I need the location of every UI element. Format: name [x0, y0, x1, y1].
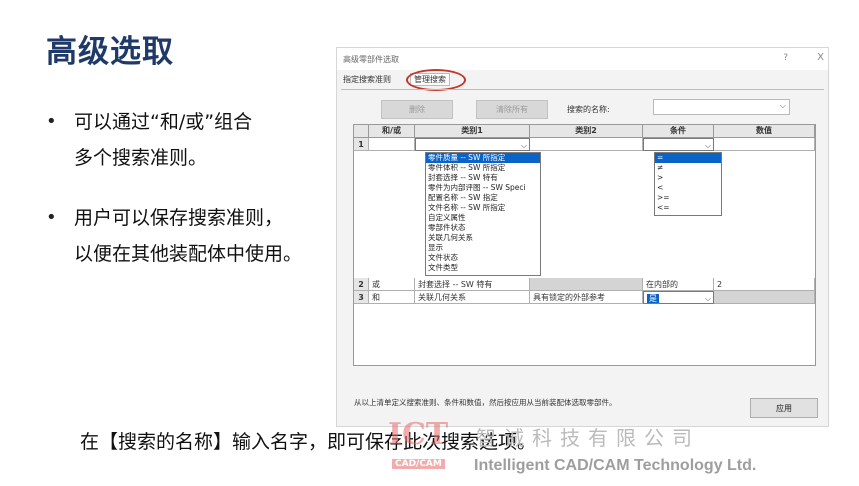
column-header-andor: 和/或 — [369, 125, 415, 138]
help-icon[interactable]: ? — [783, 53, 788, 63]
category2-cell[interactable] — [530, 278, 643, 291]
dropdown-option[interactable]: <= — [655, 203, 721, 213]
bullet-text: 可以通过“和/或”组合 多个搜索准则。 — [74, 104, 252, 176]
criteria-grid: 和/或 类别1 类别2 条件 数值 1 ⌵ ⌵ 零件质量 -- SW 所指定 零… — [353, 124, 816, 366]
dialog-title: 高级零部件选取 — [343, 55, 399, 64]
grid-corner — [354, 125, 369, 138]
column-header-value: 数值 — [714, 125, 815, 138]
search-name-combobox[interactable]: ⌵ — [653, 99, 790, 115]
row-number: 1 — [354, 138, 369, 151]
bullet-dot: • — [46, 207, 57, 228]
condition-select[interactable]: 是 ⌵ — [643, 291, 714, 304]
dropdown-option[interactable]: 配置名称 -- SW 指定 — [426, 193, 540, 203]
category2-cell[interactable] — [530, 138, 643, 151]
dropdown-option[interactable]: 显示 — [426, 243, 540, 253]
dropdown-option[interactable]: 零件体积 -- SW 所指定 — [426, 163, 540, 173]
bullet-item: • 可以通过“和/或”组合 多个搜索准则。 — [46, 104, 336, 176]
dropdown-option[interactable]: 文件名称 -- SW 所指定 — [426, 203, 540, 213]
bullet-text: 用户可以保存搜索准则， 以便在其他装配体中使用。 — [74, 200, 302, 272]
bullet-line: 用户可以保存搜索准则， — [74, 207, 284, 229]
slide-caption: 在【搜索的名称】输入名字，即可保存此次搜索选项。 — [80, 431, 537, 453]
category1-cell[interactable]: 封套选择 -- SW 特有 — [415, 278, 530, 291]
tab-panel: 删除 清除所有 搜索的名称: ⌵ 和/或 类别1 类别2 条件 数值 1 ⌵ ⌵… — [341, 89, 824, 410]
instruction-text: 从以上清单定义搜索准则、条件和数值，然后按应用从当前装配体选取零部件。 — [354, 398, 617, 407]
highlight-circle — [406, 69, 466, 91]
dropdown-option[interactable]: = — [655, 153, 721, 163]
bullet-list: • 可以通过“和/或”组合 多个搜索准则。 • 用户可以保存搜索准则， 以便在其… — [46, 104, 336, 296]
tab-specify-criteria[interactable]: 指定搜索准则 — [343, 74, 391, 85]
condition-value: 是 — [647, 294, 659, 303]
category1-cell[interactable]: 关联几何关系 — [415, 291, 530, 304]
dropdown-option[interactable]: < — [655, 183, 721, 193]
value-cell[interactable] — [714, 138, 815, 151]
column-header-condition: 条件 — [643, 125, 714, 138]
clear-all-button[interactable]: 清除所有 — [476, 100, 548, 119]
column-header-category2: 类别2 — [530, 125, 643, 138]
dropdown-option[interactable]: > — [655, 173, 721, 183]
chevron-down-icon[interactable]: ⌵ — [705, 292, 711, 303]
category2-cell[interactable]: 具有锁定的外部参考 — [530, 291, 643, 304]
dropdown-option[interactable]: ≠ — [655, 163, 721, 173]
dropdown-option[interactable]: 零部件状态 — [426, 223, 540, 233]
dropdown-option[interactable]: 零件质量 -- SW 所指定 — [426, 153, 540, 163]
andor-cell[interactable] — [369, 138, 415, 151]
close-icon[interactable]: X — [817, 52, 824, 63]
condition-dropdown-list[interactable]: = ≠ > < >= <= — [654, 152, 722, 216]
advanced-selection-dialog: 高级零部件选取 ? X 指定搜索准则 管理搜索 删除 清除所有 搜索的名称: ⌵… — [336, 47, 829, 427]
chevron-down-icon[interactable]: ⌵ — [521, 139, 527, 150]
row-number: 3 — [354, 291, 369, 304]
dialog-titlebar: 高级零部件选取 ? X — [337, 48, 828, 70]
dropdown-option[interactable]: 关联几何关系 — [426, 233, 540, 243]
bullet-line: 可以通过“和/或”组合 — [74, 111, 253, 133]
search-name-label: 搜索的名称: — [567, 105, 610, 114]
dropdown-option[interactable]: 零件为内部评图 -- SW Speci — [426, 183, 540, 193]
dropdown-option[interactable]: 封套选择 -- SW 特有 — [426, 173, 540, 183]
dropdown-option[interactable]: 自定义属性 — [426, 213, 540, 223]
logo-subtext: CAD/CAM — [392, 459, 445, 469]
bullet-dot: • — [46, 111, 57, 132]
value-cell[interactable]: 2 — [714, 278, 815, 291]
dropdown-option[interactable]: >= — [655, 193, 721, 203]
delete-button[interactable]: 删除 — [381, 100, 453, 119]
slide-title: 高级选取 — [46, 34, 174, 70]
condition-cell[interactable]: 在内部的 — [643, 278, 714, 291]
andor-cell[interactable]: 或 — [369, 278, 415, 291]
bullet-item: • 用户可以保存搜索准则， 以便在其他装配体中使用。 — [46, 200, 336, 272]
chevron-down-icon[interactable]: ⌵ — [705, 139, 711, 150]
column-header-category1: 类别1 — [415, 125, 530, 138]
bullet-line: 多个搜索准则。 — [74, 147, 208, 169]
company-logo: ICT CAD/CAM — [388, 417, 462, 475]
andor-cell[interactable]: 和 — [369, 291, 415, 304]
category1-select[interactable]: ⌵ — [415, 138, 530, 151]
category1-dropdown-list[interactable]: 零件质量 -- SW 所指定 零件体积 -- SW 所指定 封套选择 -- SW… — [425, 152, 541, 276]
value-cell[interactable] — [714, 291, 815, 304]
chevron-down-icon[interactable]: ⌵ — [780, 101, 786, 111]
logo-text: ICT — [388, 417, 449, 452]
apply-button[interactable]: 应用 — [750, 398, 818, 418]
row-number: 2 — [354, 278, 369, 291]
company-name-en: Intelligent CAD/CAM Technology Ltd. — [474, 457, 757, 474]
company-name-cn: 智诚科技有限公司 — [476, 426, 700, 450]
dropdown-option[interactable]: 文件类型 — [426, 263, 540, 273]
condition-select[interactable]: ⌵ — [643, 138, 714, 151]
bullet-line: 以便在其他装配体中使用。 — [74, 243, 303, 265]
dropdown-option[interactable]: 文件状态 — [426, 253, 540, 263]
